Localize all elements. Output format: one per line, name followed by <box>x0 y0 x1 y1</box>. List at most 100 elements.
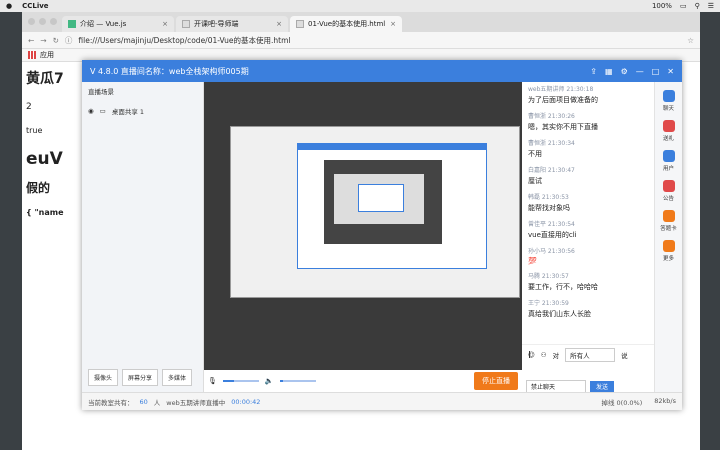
share-icon[interactable]: ⇪ <box>590 67 597 76</box>
mic-volume-slider[interactable] <box>222 380 259 382</box>
reload-icon[interactable]: ↻ <box>53 36 59 45</box>
close-icon[interactable]: ✕ <box>667 67 674 76</box>
scene-panel: 直播场景 ◉ ▭ 桌面共享 1 摄像头 屏幕分享 多媒体 <box>82 82 204 392</box>
shared-screen-preview <box>230 126 520 298</box>
chat-message: 孙小马 21:30:56 💯 <box>528 246 648 265</box>
notice-icon <box>662 180 675 192</box>
chat-text: 能帮找对象吗 <box>528 204 570 212</box>
text-cursor-icon: I <box>528 350 531 361</box>
apps-icon[interactable] <box>28 51 36 59</box>
sidebar-item-gift[interactable]: 送礼 <box>655 120 682 142</box>
tab-label: 01-Vue的基本使用.html <box>308 20 386 28</box>
nested-live-window <box>297 143 487 269</box>
packet-loss: 掉线 0(0.0%) <box>601 398 643 407</box>
screen-share-button[interactable]: 屏幕分享 <box>122 369 159 386</box>
send-button[interactable]: 发送 <box>590 380 615 392</box>
chat-text: 厘试 <box>528 177 542 185</box>
chat-message: 韩磊 21:30:53 能帮找对象吗 <box>528 192 648 213</box>
live-title: V 4.8.0 直播间名称：web全栈架构师005期 <box>90 66 249 76</box>
stop-live-button[interactable]: 停止直播 <box>474 372 518 390</box>
page-icon <box>182 20 190 28</box>
maximize-icon[interactable]: □ <box>652 67 660 76</box>
live-status: web五期讲师直播中 <box>166 398 226 407</box>
sidebar-item-chat[interactable]: 聊天 <box>655 90 682 112</box>
send-row: 禁止聊天 发送 <box>522 379 654 393</box>
page-text: 黄瓜7 <box>26 71 64 87</box>
more-icon <box>662 240 675 252</box>
info-icon[interactable]: ⓘ <box>65 35 73 46</box>
close-dot[interactable] <box>28 18 35 25</box>
grid-icon[interactable]: ▦ <box>605 67 613 76</box>
chat-to-label: 对 <box>552 352 560 360</box>
tab-vue[interactable]: 介绍 — Vue.js × <box>62 16 174 32</box>
chat-sender: 王宁 21:30:59 <box>528 300 569 307</box>
mention-icon[interactable]: ⚇ <box>541 351 547 359</box>
close-icon[interactable]: × <box>276 20 282 28</box>
url-field[interactable]: file:///Users/majinju/Desktop/code/01-Vu… <box>78 35 290 46</box>
mute-chat-select[interactable]: 禁止聊天 <box>526 379 586 393</box>
monitor-icon: ▭ <box>99 107 106 115</box>
window-controls <box>28 18 57 25</box>
address-bar: ← → ↻ ⓘ file:///Users/majinju/Desktop/co… <box>22 32 700 49</box>
tab-html[interactable]: 01-Vue的基本使用.html × <box>290 16 402 32</box>
chat-sender: 马腾 21:30:57 <box>528 273 569 280</box>
scene-buttons: 摄像头 屏幕分享 多媒体 <box>88 369 193 386</box>
minimize-icon[interactable]: — <box>636 67 644 76</box>
search-icon[interactable]: ⚲ <box>695 2 700 10</box>
desktop-right <box>700 12 720 450</box>
sidebar-label: 送礼 <box>662 136 674 142</box>
scene-item-desktop[interactable]: ◉ ▭ 桌面共享 1 <box>82 100 203 122</box>
chat-message: 马腾 21:30:57 要工作，行不，哈哈哈 <box>528 271 648 292</box>
chat-message: 曹恒浙 21:30:26 嗯，其实你不用下直播 <box>528 111 648 132</box>
status-bar: 当前教室共有： 60 人 web五期讲师直播中 00:00:42 掉线 0(0.… <box>82 392 682 410</box>
nested-screen <box>334 174 424 224</box>
zoom-dot[interactable] <box>50 18 57 25</box>
sidebar-label: 聊天 <box>662 106 674 112</box>
battery-icon[interactable]: ▭ <box>680 2 687 10</box>
camera-button[interactable]: 摄像头 <box>88 369 119 386</box>
back-icon[interactable]: ← <box>28 36 34 45</box>
chat-icon <box>662 90 675 102</box>
chat-text: 💯 <box>528 257 537 265</box>
viewers-count: 60 <box>139 397 148 406</box>
user-icon <box>662 150 675 162</box>
chat-message: 白嘉阳 21:30:47 厘试 <box>528 165 648 186</box>
page-text: 假的 <box>26 181 51 195</box>
tab-teacher[interactable]: 开课吧-导师端 × <box>176 16 288 32</box>
minimize-dot[interactable] <box>39 18 46 25</box>
sidebar-item-notice[interactable]: 公告 <box>655 180 682 202</box>
chat-sender: 曹恒浙 21:30:34 <box>528 140 575 147</box>
mac-menubar: ● CCLive 100% ▭ ⚲ ☰ <box>0 0 720 12</box>
menu-icon[interactable]: ☰ <box>708 2 714 10</box>
media-button[interactable]: 多媒体 <box>162 369 193 386</box>
speaker-icon[interactable]: 🔈 <box>265 377 274 385</box>
battery-text[interactable]: 100% <box>652 2 672 10</box>
scene-title: 直播场景 <box>88 88 114 96</box>
desktop-left <box>0 12 22 450</box>
sidebar-item-more[interactable]: 更多 <box>655 240 682 262</box>
speaker-volume-slider[interactable] <box>279 380 316 382</box>
chat-sender: 白嘉阳 21:30:47 <box>528 167 575 174</box>
chat-tail: 说 <box>621 352 628 360</box>
sidebar-item-users[interactable]: 用户 <box>655 150 682 172</box>
apple-icon[interactable]: ● <box>6 2 12 10</box>
star-icon[interactable]: ☆ <box>687 36 694 45</box>
chat-text: 不用 <box>528 150 542 158</box>
tab-bar: 介绍 — Vue.js × 开课吧-导师端 × 01-Vue的基本使用.html… <box>22 12 700 32</box>
eye-icon[interactable]: ◉ <box>88 107 94 115</box>
app-name[interactable]: CCLive <box>22 2 48 10</box>
forward-icon[interactable]: → <box>40 36 46 45</box>
preview-stage <box>204 82 522 370</box>
recipient-select[interactable]: 所有人 <box>565 348 616 362</box>
bookmark-apps[interactable]: 应用 <box>40 50 54 60</box>
settings-icon[interactable]: ⚙ <box>621 67 628 76</box>
sidebar-label: 更多 <box>662 256 674 262</box>
page-text: euV <box>26 149 63 169</box>
live-window: V 4.8.0 直播间名称：web全栈架构师005期 ⇪ ▦ ⚙ — □ ✕ 直… <box>82 60 682 410</box>
close-icon[interactable]: × <box>162 20 168 28</box>
sidebar-label: 公告 <box>662 196 674 202</box>
close-icon[interactable]: × <box>390 20 396 28</box>
sidebar-item-quiz[interactable]: 答题卡 <box>655 210 682 232</box>
mic-icon[interactable]: 🎙 <box>208 377 217 385</box>
upload-speed: 82kb/s <box>654 396 676 405</box>
